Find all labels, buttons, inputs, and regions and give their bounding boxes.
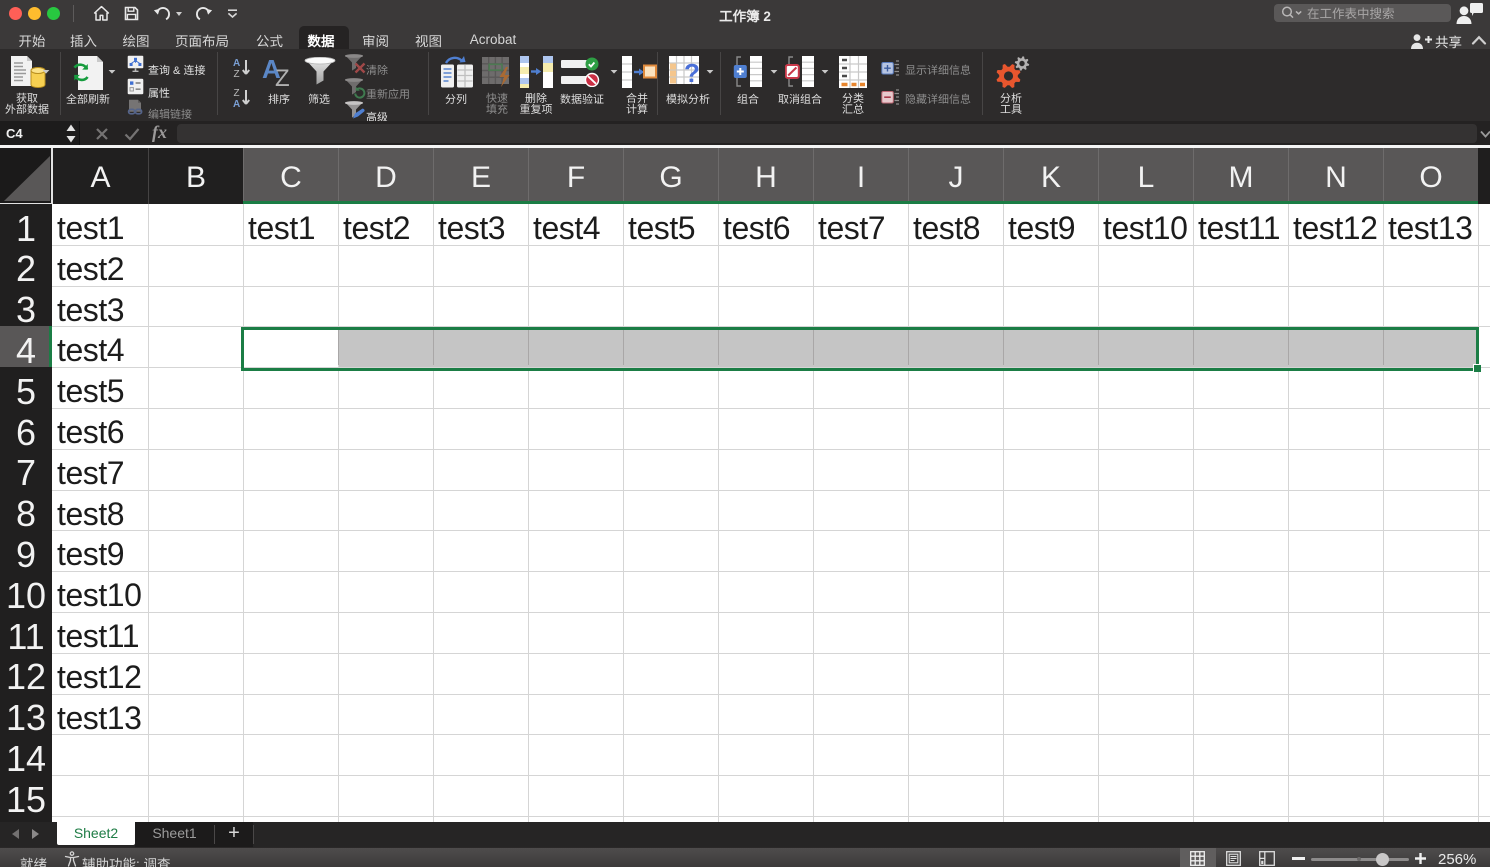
svg-text:?: ? — [684, 58, 700, 88]
svg-text:Z: Z — [275, 65, 290, 88]
svg-text:Z: Z — [234, 69, 240, 79]
svg-text:A: A — [233, 58, 240, 69]
